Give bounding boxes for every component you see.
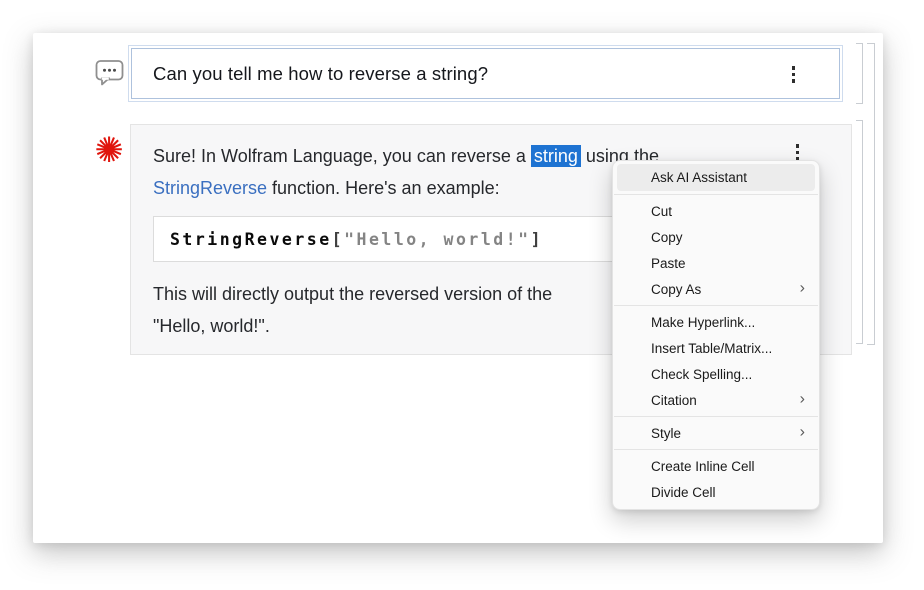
- submenu-chevron-icon: ›: [800, 390, 805, 408]
- menu-item-ask-ai-assistant[interactable]: Ask AI Assistant: [617, 164, 815, 191]
- menu-separator: [614, 194, 818, 195]
- menu-separator: [614, 305, 818, 306]
- menu-item-label: Ask AI Assistant: [651, 170, 747, 185]
- menu-item-style[interactable]: Style ›: [613, 420, 819, 446]
- menu-item-label: Copy: [651, 230, 683, 245]
- context-menu: Ask AI Assistant Cut Copy Paste Copy As …: [612, 160, 820, 510]
- menu-item-make-hyperlink[interactable]: Make Hyperlink...: [613, 309, 819, 335]
- menu-separator: [614, 416, 818, 417]
- menu-item-check-spelling[interactable]: Check Spelling...: [613, 361, 819, 387]
- cell-options-kebab-icon[interactable]: [792, 66, 796, 83]
- menu-item-copy-as[interactable]: Copy As ›: [613, 276, 819, 302]
- code-open-bracket: [: [332, 230, 344, 249]
- cell-bracket-response[interactable]: [856, 120, 863, 344]
- chat-input-cell[interactable]: Can you tell me how to reverse a string?: [128, 45, 843, 102]
- menu-item-label: Copy As: [651, 282, 701, 297]
- cell-bracket-chat-input[interactable]: [856, 43, 863, 104]
- menu-item-label: Cut: [651, 204, 672, 219]
- menu-item-label: Create Inline Cell: [651, 459, 755, 474]
- cell-options-kebab-icon[interactable]: [796, 144, 800, 161]
- menu-item-label: Citation: [651, 393, 697, 408]
- footer-line2: "Hello, world!".: [153, 316, 270, 336]
- menu-item-cut[interactable]: Cut: [613, 198, 819, 224]
- string-reverse-doc-link[interactable]: StringReverse: [153, 178, 267, 198]
- wolfram-spikey-icon: ✺: [91, 133, 127, 169]
- selected-word: string: [531, 145, 581, 167]
- menu-item-label: Check Spelling...: [651, 367, 752, 382]
- chat-input-frame: Can you tell me how to reverse a string?: [131, 48, 840, 99]
- menu-item-label: Make Hyperlink...: [651, 315, 755, 330]
- menu-item-insert-table-matrix[interactable]: Insert Table/Matrix...: [613, 335, 819, 361]
- submenu-chevron-icon: ›: [800, 423, 805, 441]
- code-string-literal: "Hello, world!": [344, 230, 531, 249]
- menu-item-label: Paste: [651, 256, 686, 271]
- menu-item-paste[interactable]: Paste: [613, 250, 819, 276]
- code-function-name: StringReverse: [170, 230, 332, 249]
- menu-item-label: Divide Cell: [651, 485, 716, 500]
- code-close-bracket: ]: [531, 230, 543, 249]
- menu-item-copy[interactable]: Copy: [613, 224, 819, 250]
- menu-item-label: Insert Table/Matrix...: [651, 341, 772, 356]
- chat-bubble-icon: [95, 59, 125, 86]
- response-text-before-selection: Sure! In Wolfram Language, you can rever…: [153, 146, 531, 166]
- menu-item-citation[interactable]: Citation ›: [613, 387, 819, 413]
- response-text-after-link: function. Here's an example:: [267, 178, 500, 198]
- footer-line1: This will directly output the reversed v…: [153, 284, 552, 304]
- menu-item-create-inline-cell[interactable]: Create Inline Cell: [613, 453, 819, 479]
- menu-item-label: Style: [651, 426, 681, 441]
- menu-item-divide-cell[interactable]: Divide Cell: [613, 479, 819, 505]
- menu-separator: [614, 449, 818, 450]
- cell-group-bracket[interactable]: [867, 43, 875, 345]
- submenu-chevron-icon: ›: [800, 279, 805, 297]
- chat-input-text: Can you tell me how to reverse a string?: [132, 63, 488, 85]
